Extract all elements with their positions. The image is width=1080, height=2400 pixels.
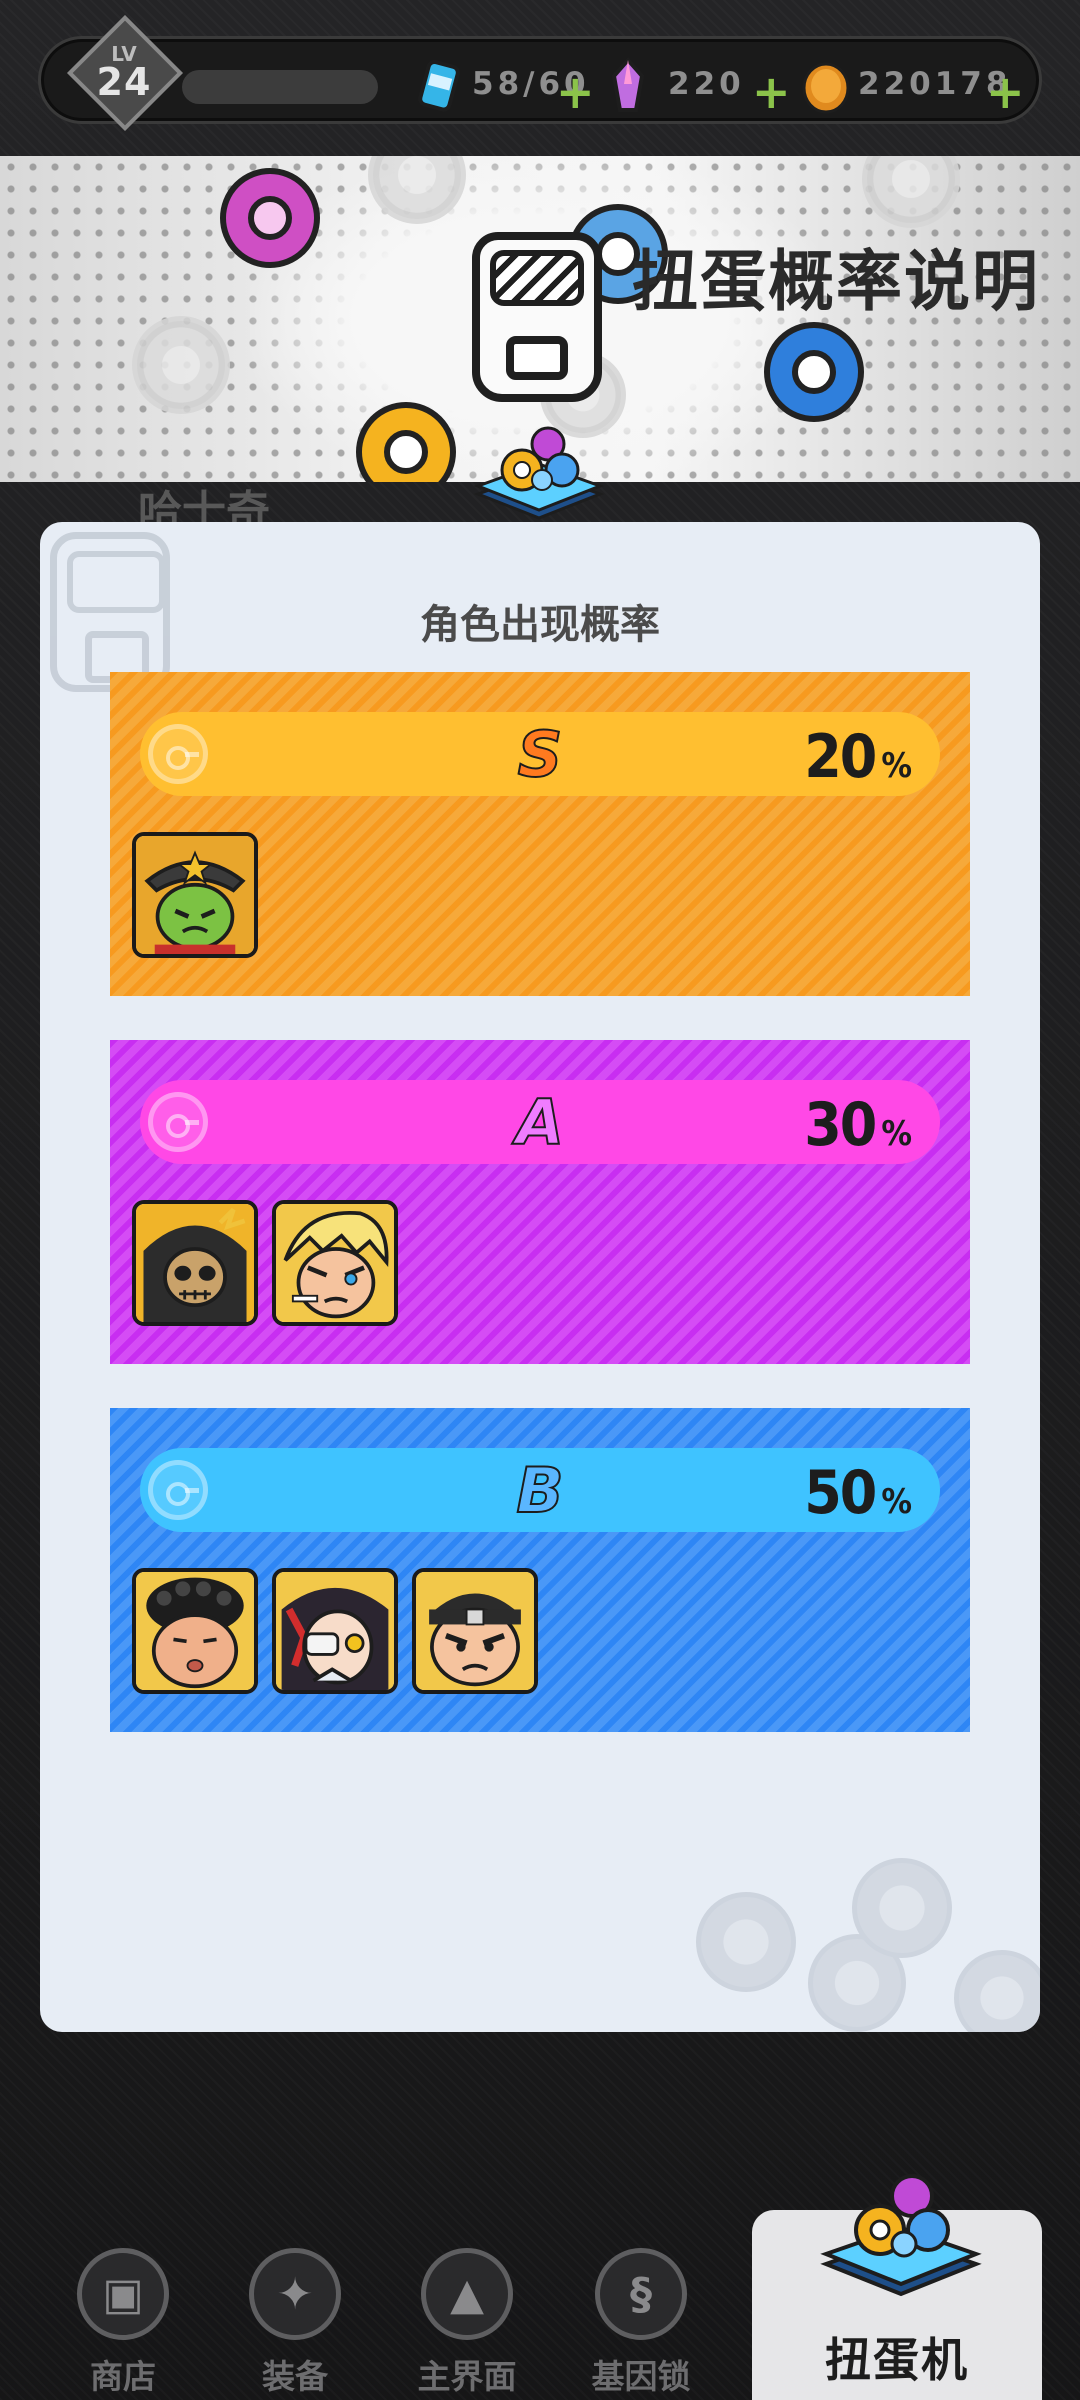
headband-man-portrait	[416, 1572, 534, 1690]
page-title: 扭蛋概率说明	[632, 243, 1040, 320]
skull-reaper-portrait	[136, 1204, 254, 1322]
tier-percent: 30%	[804, 1090, 912, 1160]
machine-glass	[490, 250, 584, 306]
tier-grade: S	[517, 717, 564, 792]
character-avatar-headband-man[interactable]	[412, 1568, 538, 1694]
dna-icon: §	[595, 2248, 687, 2340]
character-avatar-cactus-sheriff[interactable]	[132, 832, 258, 958]
tier-percent: 50%	[804, 1458, 912, 1528]
coins-add-button[interactable]: +	[986, 69, 1025, 115]
nav-home-label: 主界面	[417, 2357, 517, 2396]
xp-bar	[182, 70, 378, 104]
key-icon	[148, 724, 208, 784]
bottom-navigation: ▣ 商店 ✦ 装备 ▲ 主界面 § 基因锁 扭蛋机	[0, 2150, 1080, 2400]
nav-shop[interactable]: ▣ 商店	[48, 2248, 198, 2398]
percent-value: 20	[804, 722, 877, 792]
key-icon	[148, 1092, 208, 1152]
nav-gacha-label: 扭蛋机	[825, 2333, 969, 2387]
tier-percent: 20%	[804, 722, 912, 792]
blue-capsule-icon	[764, 322, 864, 422]
gems-add-button[interactable]: +	[752, 69, 791, 115]
tier-s-section: S 20%	[110, 672, 970, 996]
percent-value: 50	[804, 1458, 877, 1528]
panel-title: 角色出现概率	[420, 602, 660, 648]
gacha-machine-icon	[820, 2174, 982, 2297]
percent-sign: %	[881, 746, 912, 786]
machine-slot	[506, 336, 568, 380]
tier-a-section: A 30%	[110, 1040, 970, 1364]
capsule-icon	[132, 316, 230, 414]
nav-shop-label: 商店	[90, 2357, 156, 2396]
capsule-icon	[368, 156, 466, 224]
character-avatar-curly-man[interactable]	[132, 1568, 258, 1694]
coin-icon	[802, 62, 850, 114]
key-icon	[148, 1460, 208, 1520]
pink-capsule-icon	[220, 168, 320, 268]
crystal-icon	[611, 56, 645, 112]
eyepatch-girl-portrait	[276, 1572, 394, 1690]
percent-value: 30	[804, 1090, 877, 1160]
tier-grade: A	[515, 1085, 565, 1160]
capsule-watermark-icon	[696, 1892, 796, 1992]
probability-panel: 角色出现概率 S 20% A 30% B 50 %	[40, 522, 1040, 2032]
nav-equipment-label: 装备	[262, 2357, 328, 2396]
nav-gene-lock-label: 基因锁	[591, 2357, 691, 2396]
home-icon: ▲	[421, 2248, 513, 2340]
gacha-platform-icon	[473, 426, 605, 520]
character-avatar-blond-smoker[interactable]	[272, 1200, 398, 1326]
nav-gacha-active[interactable]: 扭蛋机	[752, 2174, 1042, 2400]
tier-b-header: B 50%	[140, 1448, 940, 1532]
nav-equipment[interactable]: ✦ 装备	[220, 2248, 370, 2398]
energy-can-icon	[418, 59, 460, 112]
curly-man-portrait	[136, 1572, 254, 1690]
capsule-watermark-icon	[852, 1858, 952, 1958]
blond-smoker-portrait	[276, 1204, 394, 1322]
capsule-watermark-icon	[954, 1950, 1040, 2032]
character-avatar-skull-reaper[interactable]	[132, 1200, 258, 1326]
gems-value: 220	[668, 66, 745, 102]
energy-add-button[interactable]: +	[556, 69, 595, 115]
percent-sign: %	[881, 1482, 912, 1522]
shop-icon: ▣	[77, 2248, 169, 2340]
tier-b-section: B 50%	[110, 1408, 970, 1732]
yellow-capsule-icon	[356, 402, 456, 482]
character-avatar-eyepatch-girl[interactable]	[272, 1568, 398, 1694]
tier-a-header: A 30%	[140, 1080, 940, 1164]
capsule-icon	[862, 156, 960, 228]
level-value: 24	[96, 60, 152, 104]
equipment-icon: ✦	[249, 2248, 341, 2340]
cactus-sheriff-portrait	[136, 836, 254, 954]
nav-gene-lock[interactable]: § 基因锁	[566, 2248, 716, 2398]
percent-sign: %	[881, 1114, 912, 1154]
gacha-machine-icon	[472, 232, 602, 402]
tier-s-header: S 20%	[140, 712, 940, 796]
nav-home[interactable]: ▲ 主界面	[392, 2248, 542, 2398]
tier-grade: B	[515, 1453, 564, 1528]
